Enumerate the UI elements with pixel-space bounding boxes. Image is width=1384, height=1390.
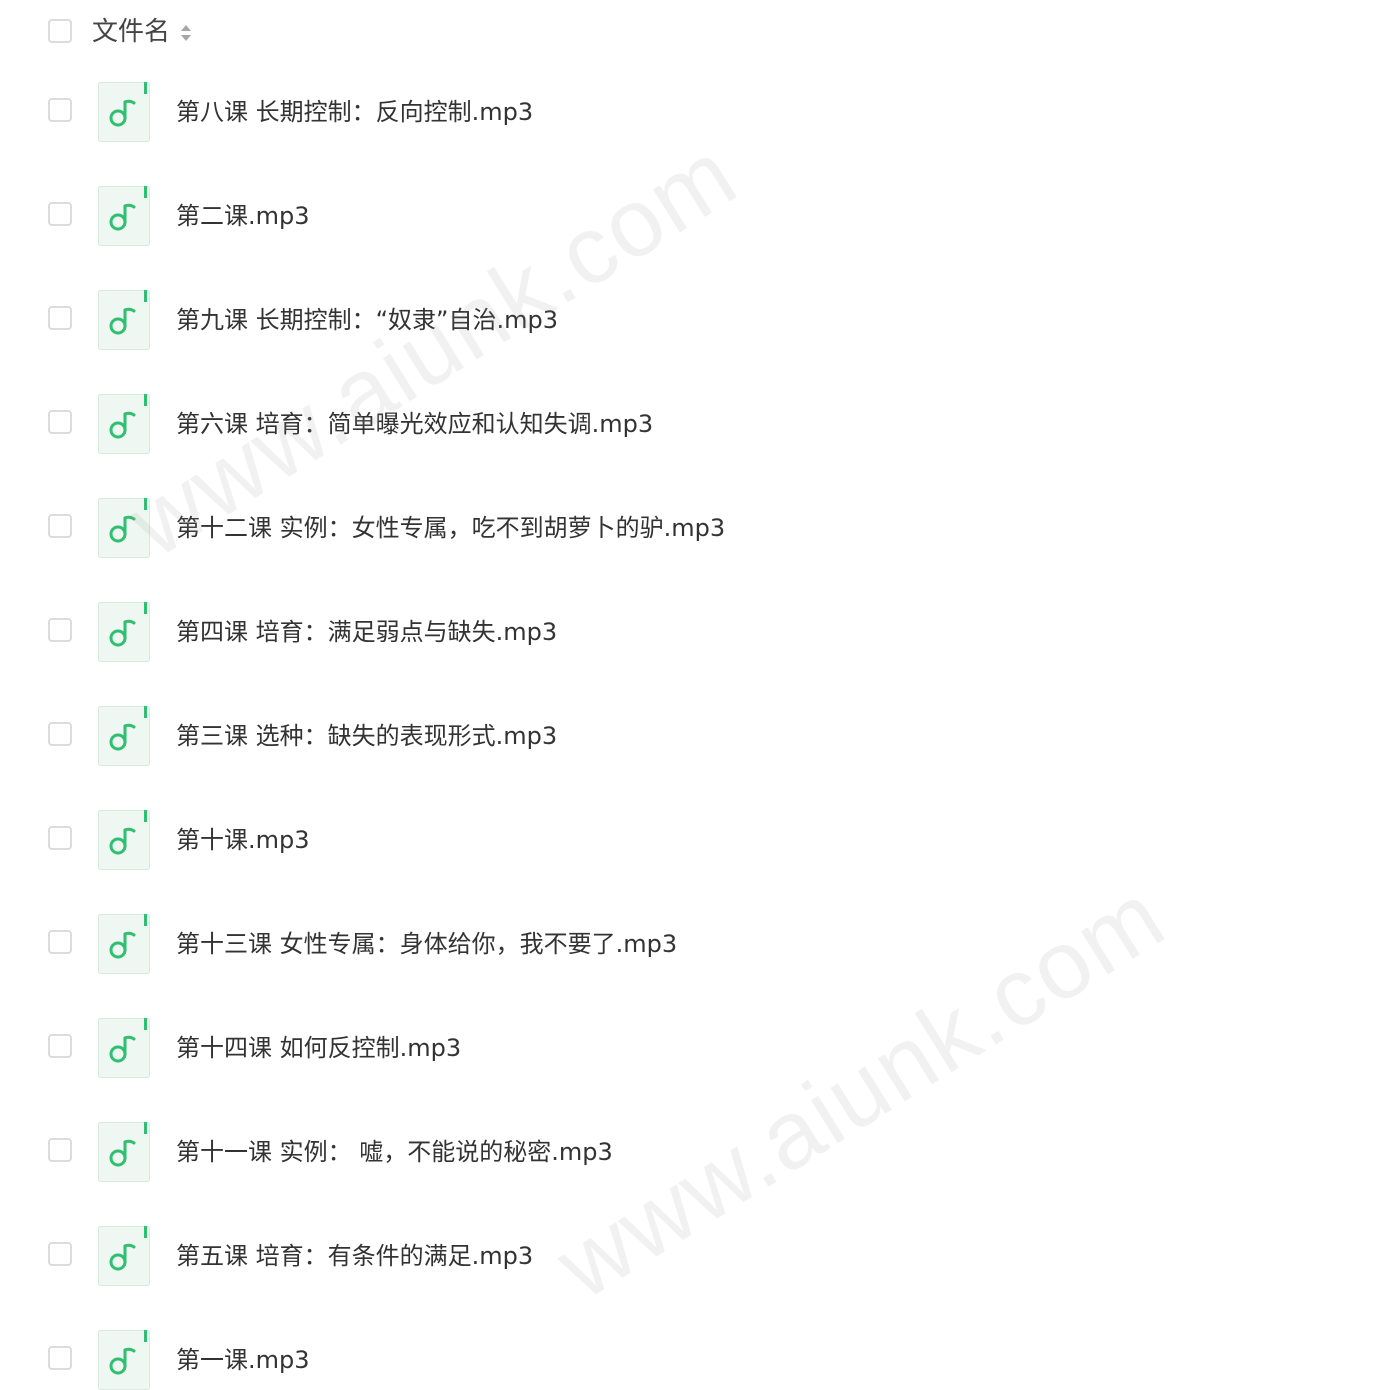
file-name[interactable]: 第二课.mp3 [176,200,310,232]
file-row[interactable]: 第十课.mp3 [0,788,1384,892]
music-file-icon [98,1018,150,1078]
music-file-icon [98,810,150,870]
file-name[interactable]: 第十二课 实例：女性专属，吃不到胡萝卜的驴.mp3 [176,512,725,544]
file-row-checkbox[interactable] [48,1138,72,1162]
music-file-icon [98,290,150,350]
select-all-checkbox[interactable] [48,19,72,43]
music-file-icon [98,498,150,558]
file-name[interactable]: 第九课 长期控制：“奴隶”自治.mp3 [176,304,558,336]
file-name[interactable]: 第六课 培育：简单曝光效应和认知失调.mp3 [176,408,653,440]
file-list: 第八课 长期控制：反向控制.mp3 第二课.mp3 第九课 长期控制：“奴隶”自… [0,60,1384,1390]
file-name[interactable]: 第一课.mp3 [176,1344,310,1376]
music-file-icon [98,602,150,662]
file-name[interactable]: 第十课.mp3 [176,824,310,856]
file-row[interactable]: 第六课 培育：简单曝光效应和认知失调.mp3 [0,372,1384,476]
file-row-checkbox[interactable] [48,98,72,122]
music-file-icon [98,1330,150,1390]
file-row-checkbox[interactable] [48,1242,72,1266]
music-file-icon [98,1122,150,1182]
music-file-icon [98,82,150,142]
file-name[interactable]: 第十三课 女性专属：身体给你，我不要了.mp3 [176,928,677,960]
file-name[interactable]: 第十一课 实例： 嘘，不能说的秘密.mp3 [176,1136,613,1168]
file-row[interactable]: 第八课 长期控制：反向控制.mp3 [0,60,1384,164]
file-row[interactable]: 第十二课 实例：女性专属，吃不到胡萝卜的驴.mp3 [0,476,1384,580]
file-row-checkbox[interactable] [48,1034,72,1058]
file-row[interactable]: 第五课 培育：有条件的满足.mp3 [0,1204,1384,1308]
file-row[interactable]: 第十一课 实例： 嘘，不能说的秘密.mp3 [0,1100,1384,1204]
file-row-checkbox[interactable] [48,722,72,746]
file-row-checkbox[interactable] [48,618,72,642]
music-file-icon [98,1226,150,1286]
music-file-icon [98,186,150,246]
file-row[interactable]: 第二课.mp3 [0,164,1384,268]
file-row-checkbox[interactable] [48,306,72,330]
filename-column-header[interactable]: 文件名 [92,14,170,50]
file-row-checkbox[interactable] [48,826,72,850]
music-file-icon [98,394,150,454]
file-row[interactable]: 第一课.mp3 [0,1308,1384,1390]
file-row[interactable]: 第四课 培育：满足弱点与缺失.mp3 [0,580,1384,684]
file-row-checkbox[interactable] [48,514,72,538]
sort-icon[interactable] [179,21,193,45]
file-row-checkbox[interactable] [48,202,72,226]
file-list-header: 文件名 [0,0,1384,66]
file-row-checkbox[interactable] [48,410,72,434]
music-file-icon [98,706,150,766]
file-row[interactable]: 第十四课 如何反控制.mp3 [0,996,1384,1100]
file-name[interactable]: 第三课 选种：缺失的表现形式.mp3 [176,720,557,752]
file-name[interactable]: 第五课 培育：有条件的满足.mp3 [176,1240,533,1272]
file-name[interactable]: 第八课 长期控制：反向控制.mp3 [176,96,533,128]
file-name[interactable]: 第四课 培育：满足弱点与缺失.mp3 [176,616,557,648]
file-row-checkbox[interactable] [48,930,72,954]
file-row[interactable]: 第十三课 女性专属：身体给你，我不要了.mp3 [0,892,1384,996]
file-row[interactable]: 第三课 选种：缺失的表现形式.mp3 [0,684,1384,788]
file-row-checkbox[interactable] [48,1346,72,1370]
file-name[interactable]: 第十四课 如何反控制.mp3 [176,1032,461,1064]
file-row[interactable]: 第九课 长期控制：“奴隶”自治.mp3 [0,268,1384,372]
music-file-icon [98,914,150,974]
